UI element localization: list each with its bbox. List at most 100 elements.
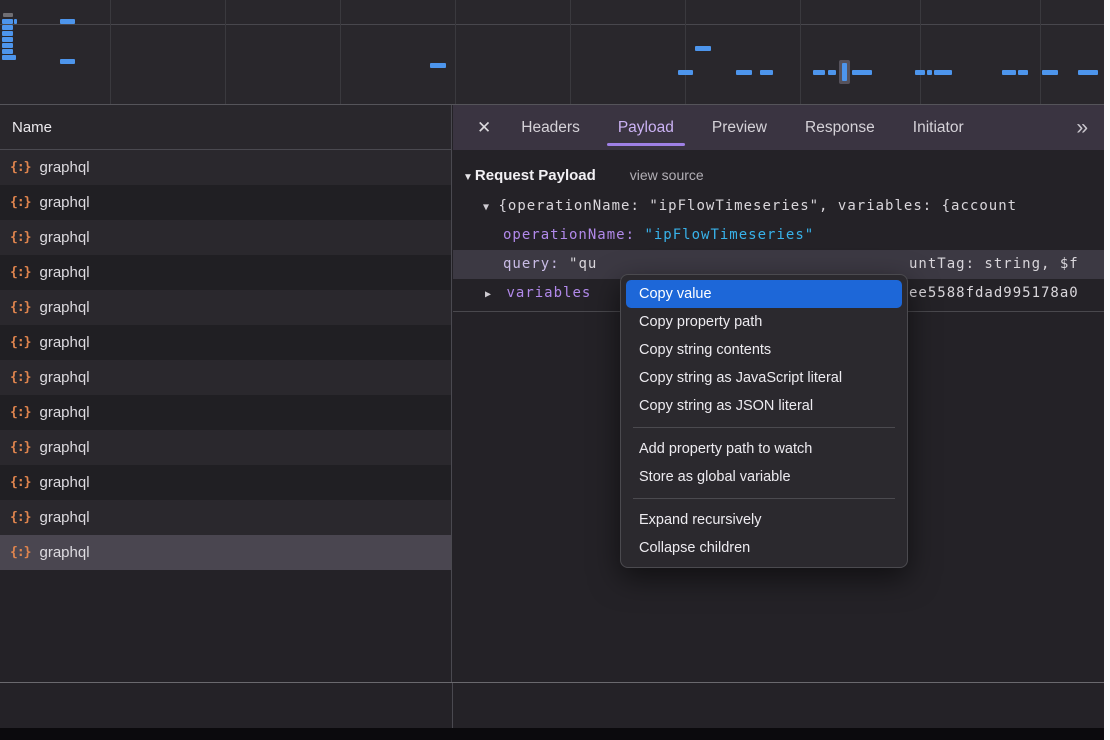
selected-request-marker — [839, 60, 850, 84]
network-request-row[interactable]: {:} graphql — [0, 290, 451, 325]
property-key: variables — [506, 285, 591, 301]
request-timing-bar — [828, 70, 836, 75]
request-timing-bar — [695, 46, 711, 51]
overview-gridline — [1040, 0, 1041, 104]
request-payload-section-header[interactable]: ▼ Request Payload view source — [453, 167, 1104, 184]
request-rows-container: {:} graphql {:} graphql {:} graphql {:} graphql… — [0, 150, 451, 570]
request-timing-bar — [14, 19, 17, 24]
request-timing-bar — [2, 37, 13, 42]
property-value: "ipFlowTimeseries" — [644, 227, 814, 243]
request-timing-bar — [2, 31, 13, 36]
collapsed-triangle-icon[interactable]: ▶ — [485, 280, 491, 308]
json-braces-icon: {:} — [10, 475, 30, 490]
request-timing-bar — [760, 70, 773, 75]
context-menu-item[interactable]: Copy string as JSON literal — [626, 392, 902, 420]
context-menu-item[interactable]: Store as global variable — [626, 463, 902, 491]
request-timing-bar — [2, 55, 16, 60]
request-timing-bar — [852, 70, 872, 75]
context-menu-item[interactable]: Copy string contents — [626, 336, 902, 364]
network-request-row[interactable]: {:} graphql — [0, 535, 451, 570]
context-menu-item[interactable]: Copy property path — [626, 308, 902, 336]
tab-response[interactable]: Response — [803, 105, 877, 150]
request-name-label: graphql — [39, 369, 89, 386]
request-timing-bar — [1018, 70, 1028, 75]
request-timing-bar — [1078, 70, 1098, 75]
operation-name-row[interactable]: operationName: "ipFlowTimeseries" — [453, 221, 1104, 250]
detail-tab-bar: ✕ Headers Payload Preview Response Initiator… — [453, 105, 1104, 150]
json-braces-icon: {:} — [10, 405, 30, 420]
context-menu-item[interactable]: Collapse children — [626, 534, 902, 562]
network-request-row[interactable]: {:}graphql — [0, 325, 451, 360]
expanded-triangle-icon[interactable]: ▼ — [483, 193, 489, 221]
section-title: Request Payload — [475, 167, 596, 184]
network-request-row[interactable]: {:}graphql — [0, 395, 451, 430]
json-braces-icon: {:} — [10, 230, 30, 245]
overview-gridline — [570, 0, 571, 104]
network-request-row[interactable]: {:} graphql — [0, 430, 451, 465]
request-name-label: graphql — [39, 159, 89, 176]
tab-headers[interactable]: Headers — [519, 105, 582, 150]
json-braces-icon: {:} — [10, 265, 30, 280]
request-timing-bar — [927, 70, 932, 75]
network-overview-timeline[interactable] — [0, 0, 1104, 105]
close-icon[interactable]: ✕ — [477, 118, 491, 138]
overview-gridline — [800, 0, 801, 104]
context-menu-item[interactable]: Copy value — [626, 280, 902, 308]
json-braces-icon: {:} — [10, 545, 30, 560]
devtools-window: Name {:}graphql{:}graphql{:}graphql{:}gr… — [0, 0, 1104, 740]
object-preview-text: {operationName: "ipFlowTimeseries", vari… — [498, 198, 1017, 214]
pending-timing-bar — [3, 13, 13, 17]
context-menu-item[interactable]: Copy string as JavaScript literal — [626, 364, 902, 392]
selected-request-bar — [842, 63, 847, 81]
section-collapse-triangle-icon[interactable]: ▼ — [463, 172, 473, 183]
overflow-tabs-icon[interactable]: » — [1076, 116, 1086, 140]
view-source-link[interactable]: view source — [630, 167, 704, 183]
request-timing-bar — [1002, 70, 1016, 75]
name-column-header[interactable]: Name — [0, 105, 451, 150]
overview-horizontal-gridline — [0, 24, 1104, 25]
overview-gridline — [455, 0, 456, 104]
network-request-row[interactable]: {:} graphql — [0, 255, 451, 290]
request-name-label: graphql — [39, 299, 89, 316]
request-name-label: graphql — [39, 439, 89, 456]
overview-gridline — [110, 0, 111, 104]
context-menu-item[interactable]: Add property path to watch — [626, 435, 902, 463]
request-timing-bar — [2, 25, 13, 30]
tab-preview[interactable]: Preview — [710, 105, 769, 150]
request-timing-bar — [934, 70, 952, 75]
json-braces-icon: {:} — [10, 300, 30, 315]
json-braces-icon: {:} — [10, 510, 30, 525]
request-timing-bar — [736, 70, 752, 75]
network-request-row[interactable]: {:}graphql — [0, 465, 451, 500]
request-timing-bar — [2, 43, 13, 48]
property-value-continuation: untTag: string, $f — [909, 250, 1079, 279]
tabs-container: Headers Payload Preview Response Initiator — [519, 105, 999, 150]
context-menu-item[interactable]: Expand recursively — [626, 506, 902, 534]
tab-payload[interactable]: Payload — [616, 105, 676, 150]
network-request-row[interactable]: {:}graphql — [0, 185, 451, 220]
network-request-row[interactable]: {:} graphql — [0, 150, 451, 185]
request-name-label: graphql — [39, 264, 89, 281]
request-timing-bar — [2, 19, 13, 24]
request-name-label: graphql — [39, 194, 89, 211]
payload-root-row[interactable]: ▼ {operationName: "ipFlowTimeseries", va… — [453, 192, 1104, 221]
context-menu-separator — [633, 498, 895, 499]
json-braces-icon: {:} — [10, 370, 30, 385]
tab-initiator[interactable]: Initiator — [911, 105, 966, 150]
network-request-row[interactable]: {:}graphql — [0, 220, 451, 255]
column-divider — [452, 683, 453, 728]
network-request-row[interactable]: {:} graphql — [0, 360, 451, 395]
json-braces-icon: {:} — [10, 440, 30, 455]
overview-gridline — [340, 0, 341, 104]
overview-gridline — [225, 0, 226, 104]
request-list-panel: Name {:}graphql{:}graphql{:}graphql{:}gr… — [0, 105, 452, 682]
request-timing-bar — [60, 19, 75, 24]
request-name-label: graphql — [39, 509, 89, 526]
request-name-label: graphql — [39, 544, 89, 561]
network-request-row[interactable]: {:} graphql — [0, 500, 451, 535]
devtools-network-panel: Name {:}graphql{:}graphql{:}graphql{:}gr… — [0, 0, 1110, 740]
json-braces-icon: {:} — [10, 160, 30, 175]
panel-bottom-divider — [0, 682, 1104, 683]
request-timing-bar — [1042, 70, 1058, 75]
property-value-start: "qu — [569, 256, 597, 272]
